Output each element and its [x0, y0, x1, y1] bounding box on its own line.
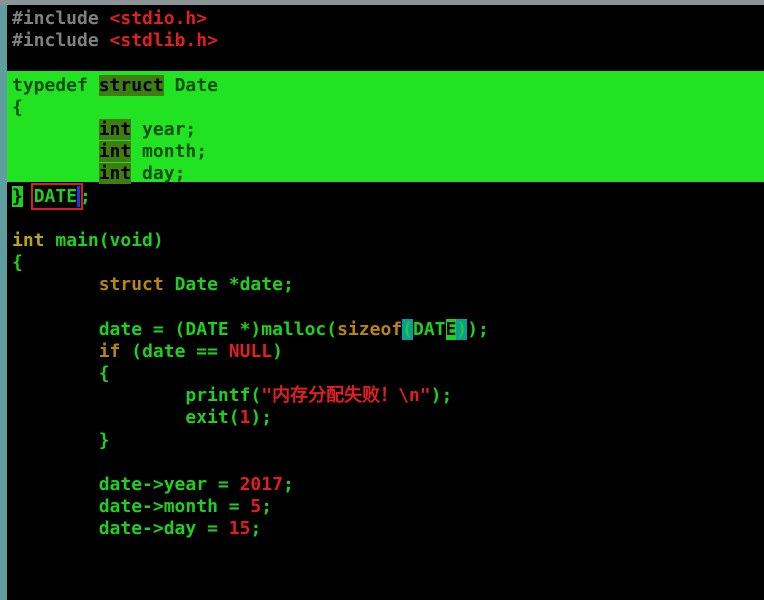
code-line: date->year = 2017; [12, 473, 294, 495]
code-line: date = (DATE *)malloc(sizeof(DATE)); [12, 318, 489, 340]
paren-match-close: ) [456, 318, 468, 340]
text-cursor: E [445, 318, 457, 340]
code-line: #include <stdio.h> [12, 8, 208, 29]
code-line: typedef struct Date [12, 74, 218, 96]
code-line: struct Date *date; [98, 274, 294, 296]
code-line: int main(void) [12, 229, 164, 251]
code-line: { [12, 363, 110, 384]
code-line: #include <stdlib.h> [12, 30, 218, 52]
highlighted-typedef-name: DATE [30, 182, 84, 210]
code-line: int year; [98, 118, 197, 140]
code-line: if (date == NULL) [98, 340, 283, 362]
code-line: int day; [98, 163, 186, 185]
code-line: { [12, 96, 23, 118]
code-line: } DATE; [12, 182, 91, 210]
code-line: } [12, 429, 110, 451]
code-line: date->month = 5; [12, 496, 273, 518]
code-editor[interactable]: #include <stdio.h> #include <stdlib.h> t… [7, 5, 764, 600]
window-left-border [0, 5, 7, 600]
code-line: int month; [98, 141, 208, 163]
code-lines: #include <stdio.h> #include <stdlib.h> t… [12, 8, 489, 541]
code-line: printf("内存分配失败！\n"); [12, 385, 453, 407]
code-line: exit(1); [12, 407, 273, 429]
code-line: { [12, 252, 23, 274]
code-line: date->day = 15; [12, 518, 262, 540]
paren-match-open: ( [402, 318, 413, 340]
